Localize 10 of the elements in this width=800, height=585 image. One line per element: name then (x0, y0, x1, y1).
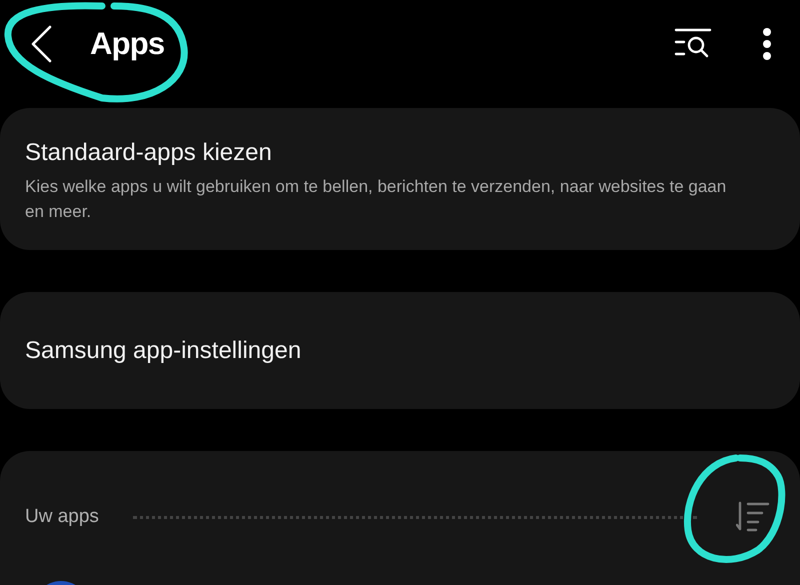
card-description: Kies welke apps u wilt gebruiken om te bellen, berichten te verzenden, naar websites te gaan en meer. (25, 176, 728, 222)
sort-icon (736, 501, 770, 533)
samsung-settings-card[interactable]: Samsung app-instellingen (0, 292, 800, 409)
more-options-icon (763, 28, 771, 60)
card-title: Standaard-apps kiezen (25, 138, 273, 168)
default-apps-card[interactable]: Standaard-apps kiezen Kies welke apps u wilt gebruiken om te bellen, berichten te verzenden, naar websites te gaan en meer. (0, 108, 800, 250)
back-icon (30, 25, 52, 63)
card-title: Samsung app-instellingen (25, 336, 302, 366)
page-title: Apps (90, 24, 164, 63)
section-heading: Uw apps (25, 504, 99, 529)
